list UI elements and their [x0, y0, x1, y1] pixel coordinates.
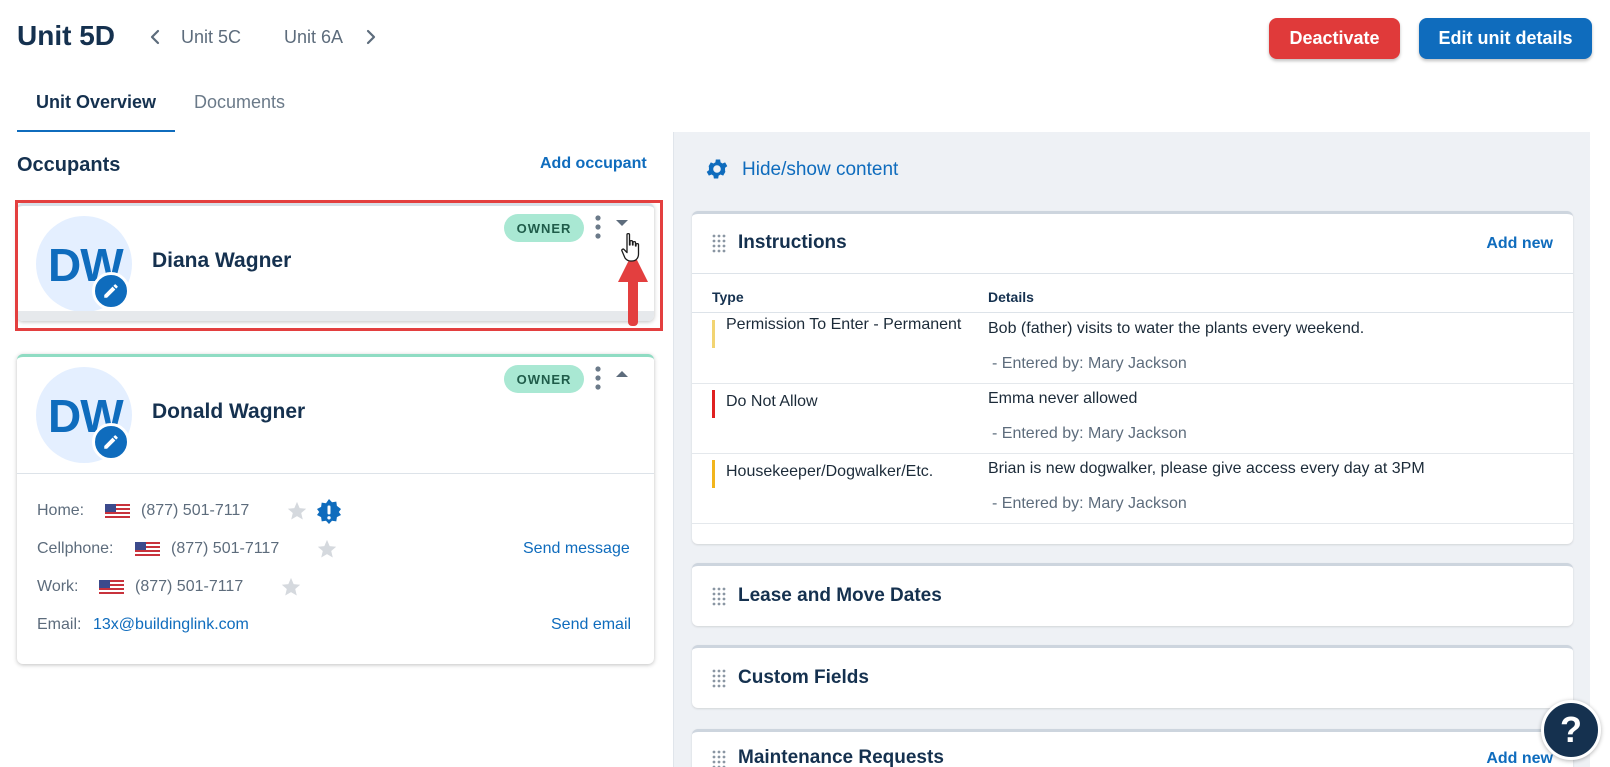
hand-cursor-icon: [621, 232, 640, 262]
contact-row-work: Work: (877) 501-7117: [37, 576, 637, 598]
star-icon[interactable]: [286, 500, 308, 522]
entered-by: - Entered by: Mary Jackson: [992, 495, 1187, 512]
drag-handle-icon[interactable]: [712, 750, 728, 767]
occupants-heading: Occupants: [17, 154, 121, 176]
email-label: Email:: [37, 616, 82, 633]
tab-documents[interactable]: Documents: [194, 92, 285, 113]
instruction-type: Housekeeper/Dogwalker/Etc.: [726, 463, 934, 480]
home-phone[interactable]: (877) 501-7117: [141, 502, 249, 520]
table-row[interactable]: Permission To Enter - Permanent Bob (fat…: [692, 314, 1573, 384]
us-flag-icon: [99, 580, 124, 594]
instruction-details: Emma never allowed: [988, 390, 1138, 407]
type-color-bar: [712, 320, 715, 348]
column-header-details: Details: [988, 289, 1034, 305]
page-header: Unit 5D Unit 5C Unit 6A Deactivate Edit …: [0, 0, 1610, 80]
occupant-card[interactable]: DW Donald Wagner OWNER Home: (877) 501-7…: [17, 354, 654, 664]
custom-fields-title: Custom Fields: [738, 667, 869, 688]
work-label: Work:: [37, 578, 79, 595]
us-flag-icon: [135, 542, 160, 556]
cellphone-label: Cellphone:: [37, 540, 114, 557]
entered-by: - Entered by: Mary Jackson: [992, 425, 1187, 442]
contact-row-home: Home: (877) 501-7117: [37, 499, 637, 524]
section-divider: [692, 273, 1573, 274]
drag-handle-icon[interactable]: [712, 587, 728, 607]
edit-avatar-button[interactable]: [92, 423, 130, 461]
instructions-title: Instructions: [738, 232, 847, 253]
maintenance-title: Maintenance Requests: [738, 747, 944, 767]
help-button[interactable]: ?: [1541, 700, 1601, 760]
tab-unit-overview[interactable]: Unit Overview: [36, 92, 156, 113]
email-link[interactable]: 13x@buildinglink.com: [93, 616, 249, 634]
star-icon[interactable]: [280, 576, 302, 598]
table-row[interactable]: Do Not Allow Emma never allowed - Entere…: [692, 384, 1573, 454]
send-message-link[interactable]: Send message: [523, 540, 630, 558]
table-row[interactable]: Housekeeper/Dogwalker/Etc. Brian is new …: [692, 454, 1573, 524]
contact-row-cellphone: Cellphone: (877) 501-7117 Send message: [37, 538, 637, 560]
type-color-bar: [712, 460, 715, 488]
send-email-link[interactable]: Send email: [551, 616, 631, 634]
maintenance-requests-section[interactable]: Maintenance Requests Add new: [692, 729, 1573, 767]
add-instruction-link[interactable]: Add new: [1486, 235, 1553, 253]
add-maintenance-link[interactable]: Add new: [1486, 750, 1553, 767]
us-flag-icon: [105, 504, 130, 518]
add-occupant-link[interactable]: Add occupant: [540, 155, 647, 173]
drag-handle-icon[interactable]: [712, 234, 728, 254]
edit-unit-details-button[interactable]: Edit unit details: [1419, 18, 1592, 59]
avatar: DW: [36, 367, 132, 463]
drag-handle-icon[interactable]: [712, 669, 728, 689]
active-tab-indicator: [17, 130, 175, 132]
deactivate-button[interactable]: Deactivate: [1269, 18, 1400, 59]
home-label: Home:: [37, 502, 85, 519]
occupant-name[interactable]: Donald Wagner: [152, 400, 305, 424]
cellphone-number[interactable]: (877) 501-7117: [171, 540, 279, 558]
gear-icon: [706, 159, 728, 179]
instruction-details: Bob (father) visits to water the plants …: [988, 320, 1365, 337]
card-divider: [17, 473, 654, 474]
more-options-icon[interactable]: [594, 365, 602, 391]
work-phone[interactable]: (877) 501-7117: [135, 578, 243, 596]
lease-title: Lease and Move Dates: [738, 585, 942, 606]
entered-by: - Entered by: Mary Jackson: [992, 355, 1187, 372]
instructions-section: Instructions Add new Type Details Permis…: [692, 211, 1573, 544]
next-unit-link[interactable]: Unit 6A: [284, 27, 343, 48]
instruction-type: Permission To Enter - Permanent: [726, 316, 962, 333]
custom-fields-section[interactable]: Custom Fields: [692, 645, 1573, 708]
chevron-left-icon[interactable]: [148, 26, 162, 48]
prev-unit-link[interactable]: Unit 5C: [181, 27, 241, 48]
alert-badge-icon[interactable]: [315, 498, 343, 526]
highlight-box: [15, 200, 663, 331]
instruction-details: Brian is new dogwalker, please give acce…: [988, 460, 1425, 477]
tab-bar: Unit Overview Documents: [17, 88, 677, 133]
type-color-bar: [712, 390, 715, 418]
star-icon[interactable]: [316, 538, 338, 560]
lease-and-move-dates-section[interactable]: Lease and Move Dates: [692, 563, 1573, 626]
instruction-type: Do Not Allow: [726, 393, 818, 410]
pencil-icon: [104, 435, 118, 449]
page-title: Unit 5D: [17, 20, 115, 51]
hide-show-label[interactable]: Hide/show content: [742, 159, 898, 181]
caret-up-icon[interactable]: [614, 367, 630, 381]
contact-row-email: Email: 13x@buildinglink.com Send email: [37, 616, 637, 636]
column-header-type: Type: [712, 289, 744, 305]
owner-badge: OWNER: [504, 365, 584, 393]
chevron-right-icon[interactable]: [364, 26, 378, 48]
